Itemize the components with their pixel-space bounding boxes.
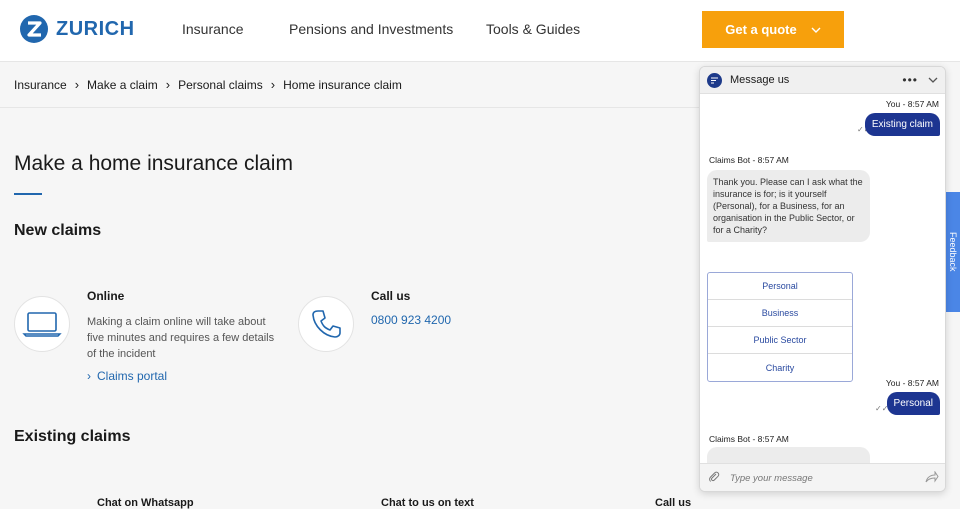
text-chat-label[interactable]: Chat to us on text bbox=[381, 497, 474, 509]
bot-message: Thank you. Please can I ask what the ins… bbox=[707, 170, 870, 242]
message-timestamp: Claims Bot - 8:57 AM bbox=[709, 155, 789, 165]
phone-icon bbox=[298, 296, 354, 352]
title-underline bbox=[14, 193, 42, 195]
get-a-quote-label: Get a quote bbox=[725, 22, 797, 37]
nav-insurance[interactable]: Insurance bbox=[182, 21, 243, 37]
quick-reply-options: Personal Business Public Sector Charity bbox=[707, 272, 853, 382]
online-description: Making a claim online will take about fi… bbox=[87, 316, 275, 360]
zurich-logo-icon bbox=[20, 15, 48, 43]
breadcrumb-insurance[interactable]: Insurance bbox=[14, 78, 67, 92]
collapse-chevron-icon[interactable] bbox=[928, 71, 938, 89]
breadcrumb: Insurance › Make a claim › Personal clai… bbox=[14, 77, 402, 92]
call-us-title: Call us bbox=[371, 289, 411, 303]
call-us-bottom-label[interactable]: Call us bbox=[655, 497, 691, 509]
breadcrumb-make-a-claim[interactable]: Make a claim bbox=[87, 78, 158, 92]
nav-pensions-investments[interactable]: Pensions and Investments bbox=[289, 21, 453, 37]
new-claims-heading: New claims bbox=[14, 222, 102, 239]
user-message: Existing claim bbox=[864, 113, 940, 136]
chevron-down-icon bbox=[811, 22, 821, 37]
chat-message-input[interactable]: Type your message bbox=[730, 473, 925, 484]
option-charity[interactable]: Charity bbox=[708, 354, 852, 381]
brand-name: ZURICH bbox=[56, 17, 135, 40]
chevron-right-icon: › bbox=[74, 77, 80, 92]
feedback-tab[interactable]: Feedback bbox=[946, 192, 960, 312]
more-options-icon[interactable]: ••• bbox=[902, 73, 918, 87]
paperclip-icon[interactable] bbox=[708, 470, 720, 488]
phone-number-link[interactable]: 0800 923 4200 bbox=[371, 313, 451, 327]
chat-widget: Message us ••• You - 8:57 AM ✓✓ Existing… bbox=[699, 66, 946, 492]
chevron-right-icon: › bbox=[270, 77, 276, 92]
whatsapp-label[interactable]: Chat on Whatsapp bbox=[97, 497, 194, 509]
chat-title: Message us bbox=[730, 74, 790, 86]
message-timestamp: You - 8:57 AM bbox=[885, 99, 939, 109]
claims-portal-link[interactable]: › Claims portal bbox=[87, 369, 167, 383]
option-personal[interactable]: Personal bbox=[708, 273, 852, 300]
nav-tools-guides[interactable]: Tools & Guides bbox=[486, 21, 580, 37]
chat-bubble-icon bbox=[707, 72, 722, 88]
chat-header: Message us ••• bbox=[700, 67, 945, 94]
chevron-right-icon: › bbox=[165, 77, 171, 92]
chat-messages[interactable]: You - 8:57 AM ✓✓ Existing claim Claims B… bbox=[700, 95, 945, 463]
online-title: Online bbox=[87, 289, 125, 303]
option-business[interactable]: Business bbox=[708, 300, 852, 327]
page-title: Make a home insurance claim bbox=[14, 152, 293, 175]
option-public-sector[interactable]: Public Sector bbox=[708, 327, 852, 354]
bot-message bbox=[707, 447, 870, 463]
chat-input-bar: Type your message bbox=[700, 463, 945, 491]
site-header: ZURICH Insurance Pensions and Investment… bbox=[0, 0, 960, 62]
breadcrumb-home-insurance-claim: Home insurance claim bbox=[283, 77, 402, 92]
breadcrumb-divider bbox=[0, 107, 700, 108]
claims-portal-label: Claims portal bbox=[97, 369, 168, 383]
chevron-right-icon: › bbox=[87, 369, 91, 383]
zurich-logo[interactable]: ZURICH bbox=[20, 15, 135, 43]
existing-claims-heading: Existing claims bbox=[14, 428, 131, 445]
message-timestamp: You - 8:57 AM bbox=[885, 378, 939, 388]
get-a-quote-button[interactable]: Get a quote bbox=[702, 11, 844, 48]
user-message: Personal bbox=[886, 392, 940, 415]
breadcrumb-personal-claims[interactable]: Personal claims bbox=[178, 78, 263, 92]
message-timestamp: Claims Bot - 8:57 AM bbox=[709, 434, 789, 444]
send-icon[interactable] bbox=[925, 469, 939, 488]
laptop-icon bbox=[14, 296, 70, 352]
